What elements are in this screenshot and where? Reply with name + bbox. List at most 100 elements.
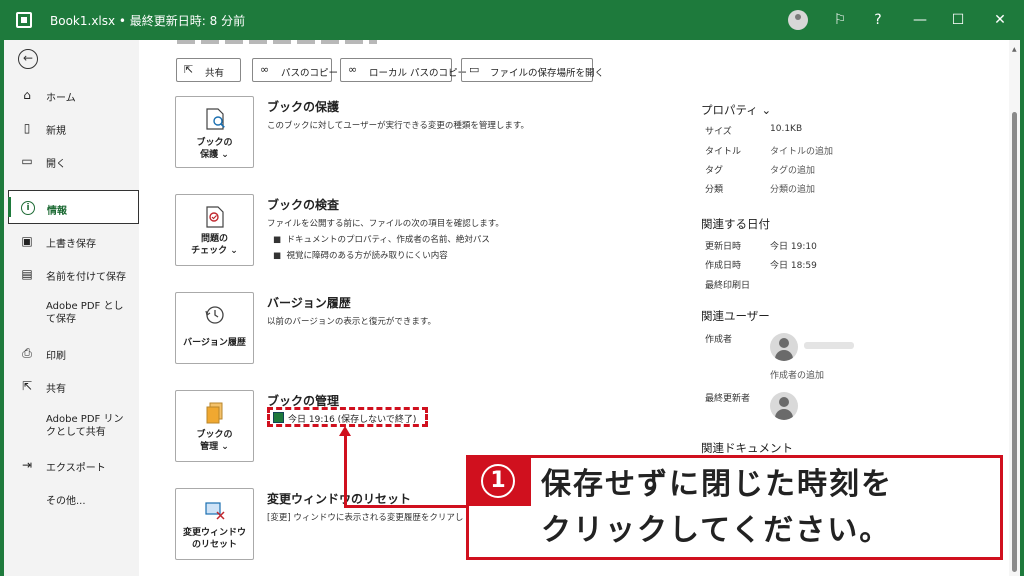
button-label: のリセット [191, 540, 237, 550]
author-avatar [770, 333, 798, 361]
copy-local-path-button[interactable]: ∞ ローカル パスのコピー [340, 58, 467, 82]
share-button[interactable]: ⇱ 共有 [176, 58, 241, 82]
save-as-icon: ▤ [21, 267, 33, 281]
open-file-location-button[interactable]: ▭ ファイルの保存場所を開く [461, 58, 604, 82]
save-icon: ▣ [21, 234, 33, 248]
properties-header[interactable]: プロパティ ⌄ [701, 102, 771, 118]
window-title: Book1.xlsx • 最終更新日時: 8 分前 [50, 14, 246, 28]
callout-line: 保存せずに閉じた時刻を [541, 467, 893, 502]
nav-label: 新規 [46, 126, 66, 137]
version-entry-label: 今日 19:16 (保存しないで終了) [288, 415, 417, 425]
nav-label: 開く [46, 159, 66, 170]
protect-workbook-button[interactable]: ブックの 保護 ⌄ [175, 96, 254, 168]
lock-icon [206, 108, 225, 130]
unsaved-version-entry[interactable]: 今日 19:16 (保存しないで終了) [267, 407, 428, 427]
property-label: タグ [705, 166, 724, 176]
property-label: 分類 [705, 185, 724, 195]
section-description: ファイルを公開する前に、ファイルの次の項目を確認します。 [267, 219, 504, 229]
nav-item-save-as[interactable]: ▤ 名前を付けて保存 [8, 257, 139, 291]
backstage-nav: ← ⌂ ホーム ▯ 新規 ▭ 開く i 情報 ▣ 上書き保存 ▤ 名前を付けて保… [0, 40, 139, 576]
button-label: チェック ⌄ [191, 246, 238, 256]
info-icon: i [21, 201, 35, 215]
nav-item-home[interactable]: ⌂ ホーム [8, 78, 139, 112]
nav-item-more[interactable]: その他... [8, 481, 139, 515]
nav-item-print[interactable]: ⎙ 印刷 [8, 336, 139, 370]
nav-label: 印刷 [46, 351, 66, 362]
nav-item-export[interactable]: ⇥ エクスポート [8, 448, 139, 482]
home-icon: ⌂ [23, 88, 31, 102]
nav-label: 上書き保存 [46, 239, 96, 250]
nav-label: 共有 [46, 384, 66, 395]
button-label: パスのコピー [281, 68, 339, 79]
categories-field[interactable]: 分類の追加 [770, 182, 815, 195]
callout-text: 保存せずに閉じた時刻を クリックしてください。 [541, 462, 893, 554]
button-label: 問題の [200, 234, 228, 244]
minimize-button[interactable]: — [910, 10, 930, 30]
share-icon: ⇱ [21, 379, 33, 393]
copy-path-button[interactable]: ∞ パスのコピー [252, 58, 338, 82]
title-bar: Book1.xlsx • 最終更新日時: 8 分前 ⚐ ? — ☐ ✕ [0, 0, 1024, 40]
property-value: 10.1KB [770, 124, 803, 134]
nav-label: 名前を付けて保存 [46, 272, 126, 283]
add-author-link[interactable]: 作成者の追加 [770, 368, 824, 381]
section-title: ブックの検査 [267, 198, 340, 212]
section-description: 以前のバージョンの表示と復元ができます。 [267, 317, 436, 327]
bullet-item: ■ ドキュメントのプロパティ、作成者の名前、絶対パス [273, 235, 490, 245]
feedback-icon[interactable]: ⚐ [830, 10, 850, 30]
nav-item-info[interactable]: i 情報 [8, 190, 139, 224]
related-people-header: 関連ユーザー [701, 309, 770, 323]
scrollbar-thumb[interactable] [1012, 112, 1017, 572]
link-icon: ∞ [348, 63, 358, 76]
file-path-text-cutoff [177, 40, 377, 44]
callout-line: クリックしてください。 [541, 513, 892, 548]
reset-window-icon [205, 502, 225, 520]
close-button[interactable]: ✕ [990, 10, 1010, 30]
property-label: 最終更新者 [705, 394, 751, 404]
button-label: ローカル パスのコピー [369, 68, 468, 79]
link-icon: ∞ [260, 63, 270, 76]
nav-label: 情報 [47, 206, 67, 217]
reset-changes-window-button[interactable]: 変更ウィンドウ のリセット [175, 488, 254, 560]
section-description: このブックに対してユーザーが実行できる変更の種類を管理します。 [267, 121, 530, 131]
manage-workbook-icon [206, 402, 223, 424]
title-field[interactable]: タイトルの追加 [770, 144, 833, 157]
vertical-scrollbar[interactable]: ▲ [1009, 40, 1020, 576]
help-button[interactable]: ? [868, 10, 888, 30]
bullet-text: ドキュメントのプロパティ、作成者の名前、絶対パス [286, 235, 490, 245]
scroll-up-icon[interactable]: ▲ [1012, 46, 1017, 53]
manage-workbook-button[interactable]: ブックの 管理 ⌄ [175, 390, 254, 462]
step-number: 1 [481, 464, 515, 498]
bullet-list: ■ ドキュメントのプロパティ、作成者の名前、絶対パス ■ 視覚に障碍のある方が読… [273, 232, 490, 264]
property-label: 作成日時 [705, 261, 742, 271]
nav-item-save[interactable]: ▣ 上書き保存 [8, 224, 139, 258]
history-clock-icon [205, 306, 224, 324]
back-arrow-icon[interactable]: ← [18, 49, 38, 69]
author-name-redacted [804, 342, 854, 349]
check-for-issues-button[interactable]: 問題の チェック ⌄ [175, 194, 254, 266]
button-label: 変更ウィンドウ [182, 528, 246, 538]
nav-item-new[interactable]: ▯ 新規 [8, 111, 139, 145]
nav-label: Adobe PDF リンクとして共有 [46, 414, 124, 438]
nav-label: ホーム [46, 93, 76, 104]
property-label: 更新日時 [705, 242, 742, 252]
maximize-button[interactable]: ☐ [948, 10, 968, 30]
button-label: ブックの [196, 430, 233, 440]
inspect-document-icon [206, 206, 224, 228]
version-history-button[interactable]: バージョン履歴 [175, 292, 254, 364]
folder-icon: ▭ [469, 63, 480, 76]
account-avatar[interactable] [788, 10, 808, 30]
nav-item-adobe-pdf-save[interactable]: Adobe PDF として保存 [8, 295, 139, 329]
property-label: タイトル [705, 147, 742, 157]
bullet-item: ■ 視覚に障碍のある方が読み取りにくい内容 [273, 251, 448, 261]
button-label: 共有 [205, 68, 225, 79]
nav-item-adobe-pdf-share[interactable]: Adobe PDF リンクとして共有 [8, 408, 139, 442]
excel-file-icon [273, 412, 284, 423]
nav-item-share[interactable]: ⇱ 共有 [8, 369, 139, 403]
section-title: バージョン履歴 [267, 296, 351, 310]
nav-item-open[interactable]: ▭ 開く [8, 144, 139, 178]
tags-field[interactable]: タグの追加 [770, 163, 815, 176]
annotation-callout: 1 保存せずに閉じた時刻を クリックしてください。 [466, 455, 1003, 560]
property-label: 作成者 [705, 335, 733, 345]
excel-app-icon [16, 12, 32, 28]
related-dates-header: 関連する日付 [701, 217, 770, 231]
